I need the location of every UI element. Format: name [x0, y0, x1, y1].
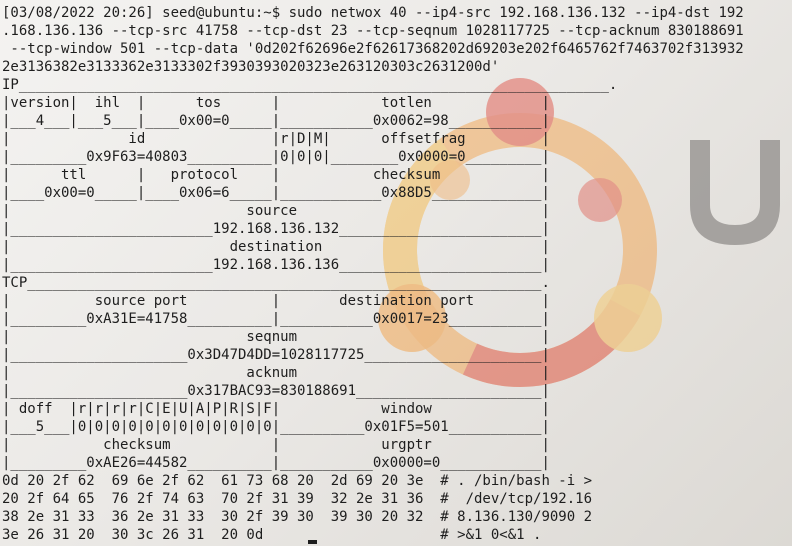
tcp-header-row: |_________0xA31E=41758__________|_______… — [2, 311, 550, 327]
hexdump-line: 3e 26 31 20 30 3c 26 31 20 0d # >&1 0<&1… — [2, 527, 542, 543]
tcp-header-row: |___5___|0|0|0|0|0|0|0|0|0|0|0|0|_______… — [2, 419, 550, 435]
hexdump-line: 20 2f 64 65 76 2f 74 63 70 2f 31 39 32 2… — [2, 491, 593, 507]
ip-header-row: |_________0x9F63=40803__________|0|0|0|_… — [2, 149, 550, 165]
tcp-header-row: | seqnum | — [2, 329, 550, 345]
hexdump-line: 0d 20 2f 62 69 6e 2f 62 61 73 68 20 2d 6… — [2, 473, 593, 489]
tcp-header-row: |_____________________0x317BAC93=8301886… — [2, 383, 550, 399]
command-line-continued: 2e3136382e3133362e3133302f3930393020323e… — [2, 59, 500, 75]
ip-header-row: | ttl | protocol | checksum | — [2, 167, 550, 183]
text-cursor — [308, 540, 317, 544]
ip-header-title: IP______________________________________… — [2, 77, 618, 93]
command-line-continued: .168.136.136 --tcp-src 41758 --tcp-dst 2… — [2, 23, 744, 39]
tcp-header-row: | checksum | urgptr | — [2, 437, 550, 453]
tcp-header-row: |_____________________0x3D47D4DD=1028117… — [2, 347, 550, 363]
command-line: [03/08/2022 20:26] seed@ubuntu:~$ sudo n… — [2, 5, 744, 21]
terminal-output: [03/08/2022 20:26] seed@ubuntu:~$ sudo n… — [2, 4, 744, 544]
ip-header-row: |version| ihl | tos | totlen | — [2, 95, 550, 111]
command-line-continued: --tcp-window 501 --tcp-data '0d202f62696… — [2, 41, 744, 57]
tcp-header-title: TCP_____________________________________… — [2, 275, 550, 291]
ip-header-row: |____0x00=0_____|____0x06=6_____|_______… — [2, 185, 550, 201]
ip-header-row: | source | — [2, 203, 550, 219]
ip-header-row: | destination | — [2, 239, 550, 255]
tcp-header-row: | source port | destination port | — [2, 293, 550, 309]
tcp-header-row: | acknum | — [2, 365, 550, 381]
tcp-header-row: |_________0xAE26=44582__________|_______… — [2, 455, 550, 471]
ip-header-row: | id |r|D|M| offsetfrag | — [2, 131, 550, 147]
ip-header-row: |___4___|___5___|____0x00=0_____|_______… — [2, 113, 550, 129]
ip-header-row: |________________________192.168.136.136… — [2, 257, 550, 273]
ip-header-row: |________________________192.168.136.132… — [2, 221, 550, 237]
hexdump-line: 38 2e 31 33 36 2e 31 33 30 2f 39 30 39 3… — [2, 509, 593, 525]
tcp-header-row: | doff |r|r|r|r|C|E|U|A|P|R|S|F| window … — [2, 401, 550, 417]
terminal-window[interactable]: [03/08/2022 20:26] seed@ubuntu:~$ sudo n… — [0, 0, 792, 546]
